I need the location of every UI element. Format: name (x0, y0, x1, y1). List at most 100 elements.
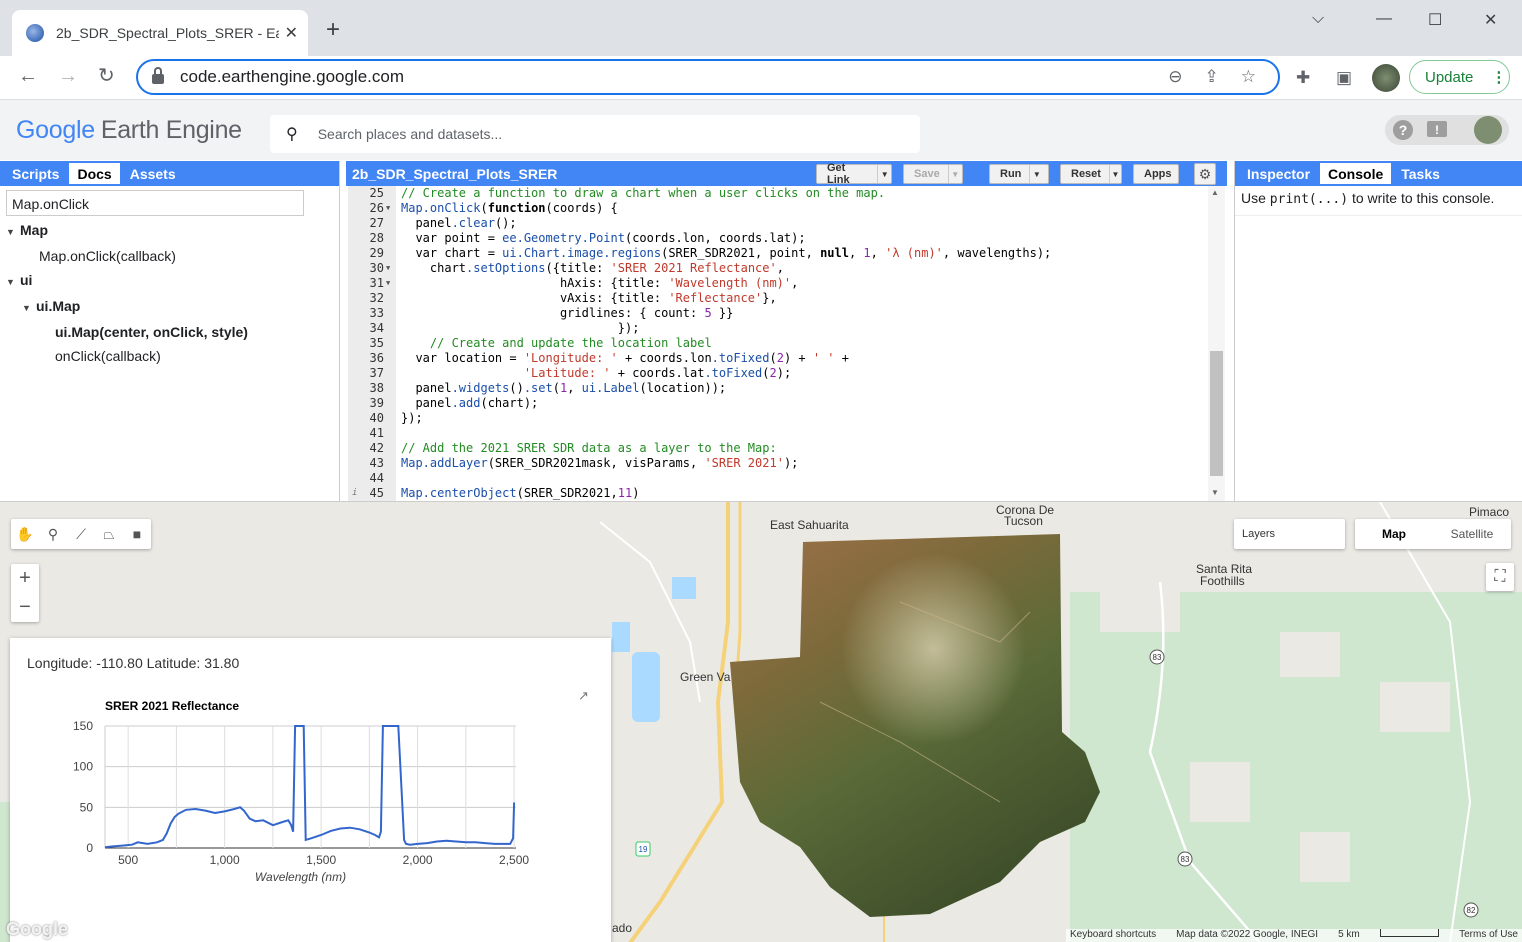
close-window-icon[interactable]: ✕ (1484, 10, 1497, 30)
lock-icon[interactable] (152, 67, 164, 84)
extensions-puzzle-icon[interactable]: ✚ (1296, 68, 1310, 88)
expand-triangle-icon[interactable]: ▼ (22, 296, 36, 320)
tab-tasks[interactable]: Tasks (1393, 163, 1448, 184)
road-shield: 83 (1181, 855, 1190, 864)
docs-tree-item[interactable]: onClick(callback) (0, 344, 339, 368)
url-text[interactable]: code.earthengine.google.com (180, 67, 1168, 87)
place-label: Green Va (680, 670, 731, 684)
address-bar[interactable]: code.earthengine.google.com ⊖ ⇪ ☆ (136, 59, 1280, 95)
tab-search-chevron-icon[interactable]: ⌵ (1312, 10, 1324, 28)
chevron-down-icon[interactable]: ▼ (947, 165, 962, 183)
rectangle-icon[interactable]: ■ (123, 526, 151, 542)
info-icon[interactable]: i (352, 486, 357, 501)
bookmark-star-icon[interactable]: ☆ (1241, 67, 1256, 87)
docs-tree-item[interactable]: ▼ ui (0, 268, 339, 294)
expand-triangle-icon[interactable]: ▼ (6, 220, 20, 244)
tab-title: 2b_SDR_Spectral_Plots_SRER - Ea (56, 25, 279, 41)
map-type-map[interactable]: Map (1355, 519, 1433, 549)
back-arrow-icon[interactable]: ← (18, 64, 38, 88)
docs-tree-item[interactable]: ui.Map(center, onClick, style) (0, 320, 339, 344)
console-msg-before: Use (1241, 190, 1270, 206)
reset-label: Reset (1071, 168, 1101, 180)
fold-arrow-icon[interactable]: ▼ (386, 201, 390, 216)
fullscreen-icon[interactable]: ⛶ (1486, 563, 1514, 591)
run-label: Run (1000, 168, 1022, 180)
docs-tree-item[interactable]: Map.onClick(callback) (0, 244, 339, 268)
zoom-control: + − (11, 564, 39, 622)
search-placeholder[interactable]: Search places and datasets... (318, 126, 502, 142)
minimize-window-icon[interactable]: — (1376, 10, 1392, 28)
place-label: Pimaco (1469, 505, 1510, 519)
tab-console[interactable]: Console (1320, 163, 1392, 184)
line-icon[interactable]: ⟋ (67, 526, 95, 543)
line-number: 38 (369, 381, 384, 395)
tab-scripts[interactable]: Scripts (4, 163, 67, 184)
zoom-out-icon[interactable]: ⊖ (1168, 67, 1182, 87)
update-button[interactable]: Update ⋮ (1409, 60, 1510, 94)
layers-button[interactable]: Layers (1234, 519, 1345, 549)
code-text: gridlines: { count: 5 }} (401, 306, 734, 320)
expand-triangle-icon[interactable]: ▼ (6, 270, 20, 294)
scroll-up-icon[interactable]: ▲ (1211, 188, 1219, 197)
scrollbar-thumb[interactable] (1210, 351, 1223, 476)
editor-scrollbar[interactable]: ▲ ▼ (1208, 186, 1225, 501)
get-link-button[interactable]: Get Link ▼ (816, 162, 892, 186)
code-text: Map.addLayer(SRER_SDR2021mask, visParams… (401, 456, 799, 470)
fold-arrow-icon[interactable]: ▼ (386, 261, 390, 276)
forward-arrow-icon[interactable]: → (58, 64, 78, 88)
docs-tree-item[interactable]: ▼ ui.Map (0, 294, 339, 320)
chevron-down-icon[interactable]: ▼ (1108, 165, 1121, 183)
run-button[interactable]: Run ▼ (989, 164, 1049, 184)
gear-icon[interactable]: ⚙ (1194, 163, 1216, 185)
docs-filter-input[interactable]: Map.onClick (6, 190, 304, 216)
reload-icon[interactable]: ↻ (98, 64, 115, 88)
pan-hand-icon[interactable]: ✋ (11, 526, 39, 543)
share-icon[interactable]: ⇪ (1205, 67, 1219, 87)
chevron-down-icon[interactable]: ▼ (877, 165, 891, 183)
script-name: 2b_SDR_Spectral_Plots_SRER (352, 165, 558, 182)
tab-assets[interactable]: Assets (122, 163, 184, 184)
code-text: var point = ee.Geometry.Point(coords.lon… (401, 231, 806, 245)
x-tick-label: 1,000 (210, 853, 240, 867)
earth-engine-logo[interactable]: Google Earth Engine (16, 116, 242, 145)
reset-button[interactable]: Reset ▼ (1060, 164, 1122, 184)
docs-tree-item[interactable]: ▼ Map (0, 218, 339, 244)
profile-avatar[interactable] (1372, 64, 1400, 92)
polygon-icon[interactable]: ⏢ (95, 526, 123, 543)
fold-arrow-icon[interactable]: ▼ (386, 276, 390, 291)
docs-tree-label: Map (20, 222, 48, 238)
more-menu-icon[interactable]: ⋮ (1491, 68, 1506, 86)
chevron-down-icon[interactable]: ▼ (1029, 165, 1043, 183)
line-number: 43 (369, 456, 384, 470)
tab-docs[interactable]: Docs (69, 163, 120, 184)
update-label: Update (1425, 68, 1474, 86)
reflectance-series-line (104, 725, 516, 849)
code-area[interactable]: 25 // Create a function to draw a chart w… (348, 186, 1208, 501)
map-type-satellite[interactable]: Satellite (1433, 519, 1511, 549)
x-axis-title: Wavelength (nm) (255, 870, 346, 884)
code-text: var location = 'Longitude: ' + coords.lo… (401, 351, 849, 365)
tab-inspector[interactable]: Inspector (1239, 163, 1318, 184)
docs-tree: ▼ Map Map.onClick(callback) ▼ ui ▼ ui.Map ui.Ma… (0, 218, 339, 368)
maximize-window-icon[interactable]: ☐ (1428, 10, 1442, 30)
line-number: 44 (369, 471, 384, 485)
browser-tab[interactable]: 2b_SDR_Spectral_Plots_SRER - Ea ✕ (12, 10, 308, 56)
zoom-out-button[interactable]: − (11, 593, 39, 622)
code-text: Map.centerObject(SRER_SDR2021,11) (401, 486, 640, 500)
zoom-in-button[interactable]: + (11, 564, 39, 593)
terms-of-use-link[interactable]: Terms of Use (1459, 929, 1518, 942)
marker-icon[interactable]: ⚲ (39, 526, 67, 543)
right-panel: Inspector Console Tasks Use print(...) t… (1234, 161, 1522, 501)
new-tab-icon[interactable]: + (326, 18, 340, 42)
close-tab-icon[interactable]: ✕ (285, 23, 298, 43)
apps-button[interactable]: Apps (1133, 164, 1179, 184)
map-view[interactable]: 83 19 83 82 East Sahuarita Corona De Tuc… (0, 501, 1522, 942)
save-button[interactable]: Save ▼ (903, 164, 963, 184)
scroll-down-icon[interactable]: ▼ (1211, 488, 1219, 497)
line-number: 41 (369, 426, 384, 440)
keyboard-shortcuts-link[interactable]: Keyboard shortcuts (1070, 929, 1156, 942)
x-tick-label: 1,500 (306, 853, 336, 867)
line-number: 42 (369, 441, 384, 455)
places-search-box[interactable]: ⚲ Search places and datasets... (270, 115, 920, 153)
side-panel-icon[interactable]: ▣ (1336, 68, 1352, 88)
